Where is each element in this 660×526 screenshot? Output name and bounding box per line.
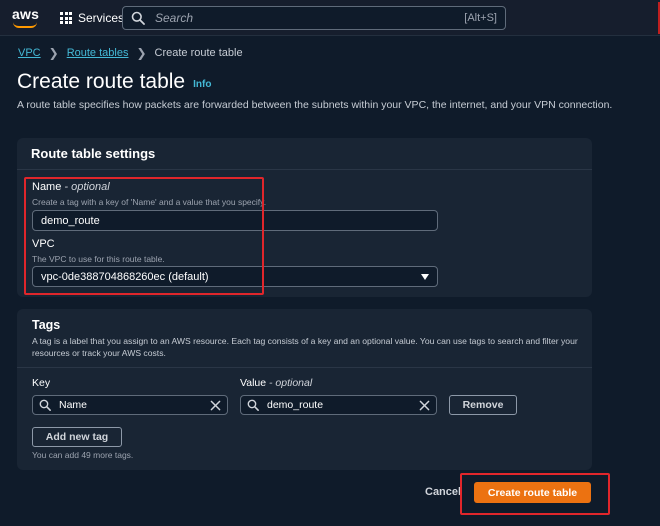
services-label: Services — [78, 11, 125, 25]
global-search-box[interactable]: [Alt+S] — [122, 6, 506, 30]
breadcrumb: VPC ❯ Route tables ❯ Create route table — [18, 46, 243, 60]
name-label-text: Name — [32, 181, 62, 193]
tag-value-label-text: Value — [240, 377, 267, 389]
search-icon — [39, 399, 51, 411]
tags-remaining-hint: You can add 49 more tags. — [32, 450, 134, 460]
global-search-input[interactable] — [153, 10, 465, 26]
vpc-field-label: VPC — [32, 238, 55, 250]
page-title-text: Create route table — [17, 70, 186, 93]
grid-icon — [60, 12, 72, 24]
tag-value-input[interactable] — [265, 398, 419, 412]
tag-value-optional-text: - optional — [269, 377, 313, 389]
route-table-settings-panel: Route table settings Name - optional Cre… — [17, 138, 592, 297]
aws-logo[interactable]: aws — [12, 6, 40, 28]
name-optional-text: - optional — [64, 181, 110, 193]
add-new-tag-button[interactable]: Add new tag — [32, 427, 122, 447]
vpc-select-value: vpc-0de388704868260ec (default) — [41, 270, 209, 283]
tag-key-input[interactable] — [57, 398, 210, 412]
chevron-right-icon: ❯ — [48, 46, 59, 60]
name-input[interactable] — [32, 210, 438, 231]
clear-icon[interactable] — [419, 400, 430, 411]
tags-panel: Tags A tag is a label that you assign to… — [17, 309, 592, 470]
aws-logo-text: aws — [12, 6, 40, 22]
tag-value-column-label: Value - optional — [240, 377, 312, 389]
info-link[interactable]: Info — [193, 79, 211, 90]
breadcrumb-link-route-tables[interactable]: Route tables — [67, 47, 129, 59]
tag-value-field[interactable] — [240, 395, 437, 415]
tag-key-column-label: Key — [32, 377, 51, 389]
cancel-button[interactable]: Cancel — [425, 486, 461, 498]
breadcrumb-current: Create route table — [154, 47, 243, 59]
search-icon — [131, 11, 145, 25]
page-title: Create route table Info — [17, 70, 211, 94]
vpc-select[interactable]: vpc-0de388704868260ec (default) — [32, 266, 438, 287]
clear-icon[interactable] — [210, 400, 221, 411]
tags-divider — [17, 367, 592, 368]
services-menu-button[interactable]: Services — [60, 10, 124, 26]
name-field-hint: Create a tag with a key of 'Name' and a … — [32, 197, 267, 207]
breadcrumb-link-vpc[interactable]: VPC — [18, 47, 41, 59]
tag-key-field[interactable] — [32, 395, 228, 415]
vpc-field-hint: The VPC to use for this route table. — [32, 254, 165, 264]
tags-panel-description: A tag is a label that you assign to an A… — [32, 336, 578, 358]
search-icon — [247, 399, 259, 411]
page-description: A route table specifies how packets are … — [17, 99, 613, 111]
chevron-right-icon: ❯ — [136, 46, 147, 60]
create-route-table-button[interactable]: Create route table — [474, 482, 591, 503]
caret-down-icon — [421, 274, 429, 280]
top-navigation-bar: aws Services [Alt+S] — [0, 0, 660, 36]
name-field-label: Name - optional — [32, 181, 110, 193]
settings-panel-header: Route table settings — [17, 138, 592, 170]
search-shortcut-hint: [Alt+S] — [464, 12, 497, 24]
remove-tag-button[interactable]: Remove — [449, 395, 517, 415]
tags-panel-title: Tags — [32, 318, 61, 332]
aws-logo-smile — [13, 22, 37, 28]
